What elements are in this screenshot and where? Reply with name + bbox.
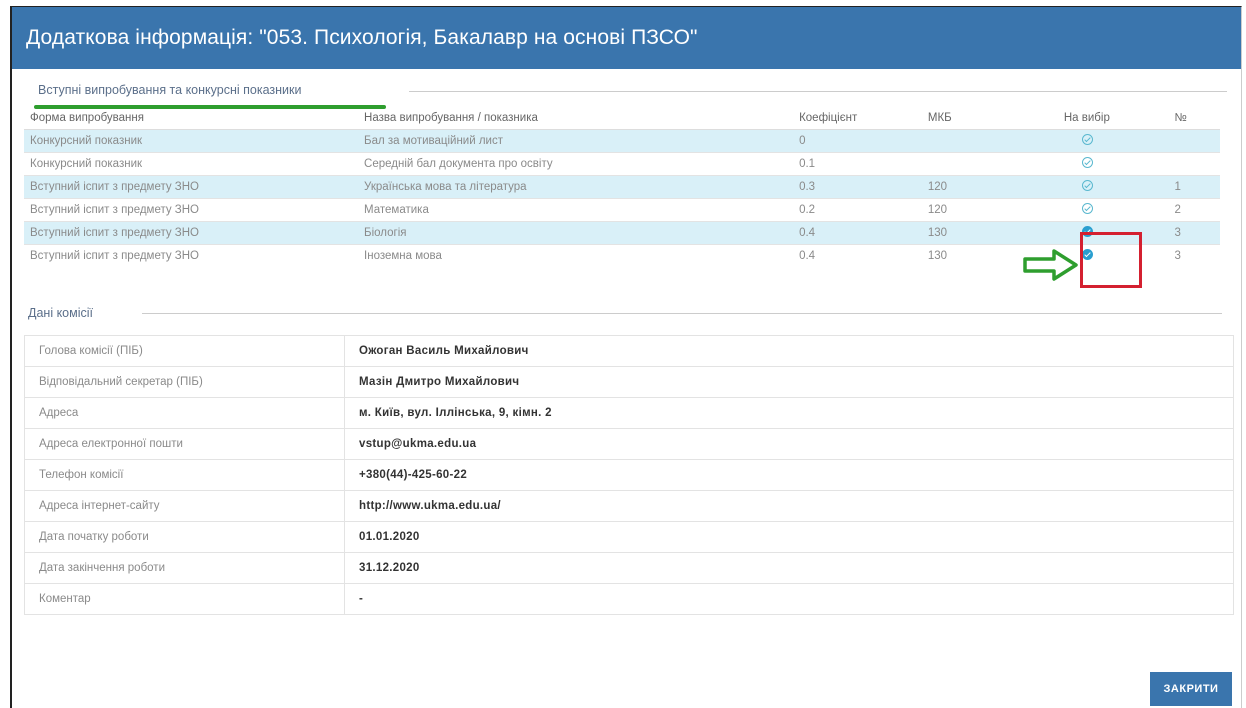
tests-section-header: Вступні випробування та конкурсні показн…: [34, 79, 1241, 109]
col-header-num[interactable]: №: [1168, 107, 1220, 130]
field-value: 01.01.2020: [344, 521, 1234, 553]
tests-table-header: Форма випробування Назва випробування / …: [24, 107, 1220, 130]
cell-num: 3: [1168, 221, 1220, 245]
cell-mkb: [921, 129, 1058, 153]
cell-name: Іноземна мова: [358, 244, 794, 267]
col-header-choice[interactable]: На вибір: [1057, 107, 1169, 130]
cell-name: Біологія: [358, 221, 794, 245]
table-row[interactable]: Вступний іспит з предмету ЗНО Біологія 0…: [24, 221, 1220, 245]
commission-row: Дата закінчення роботи 31.12.2020: [24, 552, 1234, 584]
cell-form: Конкурсний показник: [24, 129, 359, 153]
cell-form: Конкурсний показник: [24, 152, 359, 176]
cell-coef: 0: [793, 129, 922, 153]
field-label: Адреса: [24, 397, 345, 429]
field-label: Телефон комісії: [24, 459, 345, 491]
choice-check-icon[interactable]: [1081, 180, 1093, 191]
table-row[interactable]: Вступний іспит з предмету ЗНО Українська…: [24, 175, 1220, 199]
dialog-title: Додаткова інформація: "053. Психологія, …: [12, 7, 1241, 69]
cell-num: 1: [1168, 175, 1220, 199]
section-divider: [142, 313, 1222, 314]
commission-row: Адреса інтернет-сайту http://www.ukma.edu…: [24, 490, 1234, 522]
tests-section-label: Вступні випробування та конкурсні показн…: [38, 83, 314, 97]
commission-row: Відповідальний секретар (ПІБ) Мазін Дмитр…: [24, 366, 1234, 398]
cell-num: [1168, 129, 1220, 153]
commission-row: Коментар -: [24, 583, 1234, 615]
field-value: -: [344, 583, 1234, 615]
col-header-form[interactable]: Форма випробування: [24, 107, 359, 130]
commission-row: Адреса м. Київ, вул. Іллінська, 9, кімн. …: [24, 397, 1234, 429]
cell-form: Вступний іспит з предмету ЗНО: [24, 175, 359, 199]
table-row[interactable]: Конкурсний показник Бал за мотиваційний …: [24, 129, 1220, 153]
col-header-mkb[interactable]: МКБ: [921, 107, 1058, 130]
cell-name: Математика: [358, 198, 794, 222]
cell-num: [1168, 152, 1220, 176]
tests-table: Форма випробування Назва випробування / …: [24, 107, 1220, 267]
cell-coef: 0.3: [793, 175, 922, 199]
commission-section-header: Дані комісії: [22, 302, 1222, 326]
field-label: Дата початку роботи: [24, 521, 345, 553]
choice-check-icon[interactable]: [1081, 203, 1093, 214]
annotation-arrow-icon: [1023, 249, 1078, 281]
cell-mkb: 120: [921, 175, 1058, 199]
cell-name: Середній бал документа про освіту: [358, 152, 794, 176]
table-row[interactable]: Конкурсний показник Середній бал докумен…: [24, 152, 1220, 176]
commission-row: Адреса електронної пошти vstup@ukma.edu.u…: [24, 428, 1234, 460]
field-label: Коментар: [24, 583, 345, 615]
col-header-coef[interactable]: Коефіцієнт: [793, 107, 922, 130]
commission-row: Телефон комісії +380(44)-425-60-22: [24, 459, 1234, 491]
col-header-name[interactable]: Назва випробування / показника: [358, 107, 794, 130]
field-value: Ожоган Василь Михайлович: [344, 335, 1234, 367]
commission-row: Голова комісії (ПІБ) Ожоган Василь Михайл…: [24, 335, 1234, 367]
choice-check-icon[interactable]: [1081, 134, 1093, 145]
cell-form: Вступний іспит з предмету ЗНО: [24, 198, 359, 222]
cell-coef: 0.4: [793, 244, 922, 267]
field-value: +380(44)-425-60-22: [344, 459, 1234, 491]
cell-name: Бал за мотиваційний лист: [358, 129, 794, 153]
cell-form: Вступний іспит з предмету ЗНО: [24, 244, 359, 267]
field-value[interactable]: http://www.ukma.edu.ua/: [344, 490, 1234, 522]
field-label: Дата закінчення роботи: [24, 552, 345, 584]
field-label: Відповідальний секретар (ПІБ): [24, 366, 345, 398]
cell-coef: 0.1: [793, 152, 922, 176]
cell-coef: 0.4: [793, 221, 922, 245]
cell-mkb: 120: [921, 198, 1058, 222]
cell-mkb: [921, 152, 1058, 176]
field-value: м. Київ, вул. Іллінська, 9, кімн. 2: [344, 397, 1234, 429]
field-value: 31.12.2020: [344, 552, 1234, 584]
cell-num: 2: [1168, 198, 1220, 222]
annotation-highlight-box: [1080, 232, 1142, 288]
cell-coef: 0.2: [793, 198, 922, 222]
commission-section-label: Дані комісії: [28, 306, 94, 320]
close-button[interactable]: ЗАКРИТИ: [1150, 672, 1232, 706]
field-label: Адреса електронної пошти: [24, 428, 345, 460]
commission-row: Дата початку роботи 01.01.2020: [24, 521, 1234, 553]
field-value: Мазін Дмитро Михайлович: [344, 366, 1234, 398]
cell-num: 3: [1168, 244, 1220, 267]
choice-check-icon[interactable]: [1081, 157, 1093, 168]
commission-table: Голова комісії (ПІБ) Ожоган Василь Михайл…: [24, 335, 1234, 615]
field-value[interactable]: vstup@ukma.edu.ua: [344, 428, 1234, 460]
cell-name: Українська мова та література: [358, 175, 794, 199]
field-label: Голова комісії (ПІБ): [24, 335, 345, 367]
field-label: Адреса інтернет-сайту: [24, 490, 345, 522]
cell-form: Вступний іспит з предмету ЗНО: [24, 221, 359, 245]
section-divider: [409, 91, 1227, 92]
table-row[interactable]: Вступний іспит з предмету ЗНО Математика…: [24, 198, 1220, 222]
cell-mkb: 130: [921, 221, 1058, 245]
